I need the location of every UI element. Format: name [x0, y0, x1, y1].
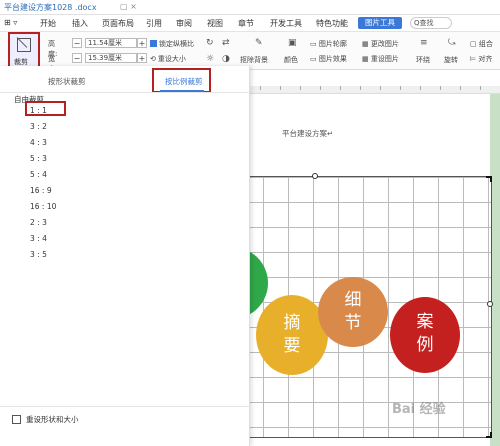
color-icon[interactable]: ▣	[288, 38, 298, 48]
menu-review[interactable]: 审阅	[176, 18, 192, 29]
ratio-item-3-2[interactable]: 3 : 2	[30, 120, 47, 134]
reset-pic-button[interactable]: ▦ 重设图片	[362, 54, 399, 64]
ratio-item-5-4[interactable]: 5 : 4	[30, 168, 47, 182]
rotate-icon[interactable]: ↻	[206, 38, 216, 48]
remove-bg-icon[interactable]: ✎	[255, 38, 265, 48]
crop-handle-top[interactable]	[312, 173, 318, 179]
summary-char-2: 要	[283, 336, 301, 356]
ratio-item-16-9[interactable]: 16 : 9	[30, 184, 52, 198]
ratio-item-16-10[interactable]: 16 : 10	[30, 200, 56, 214]
search-input[interactable]: Q查找	[410, 17, 452, 29]
ratio-item-3-5[interactable]: 3 : 5	[30, 248, 47, 262]
reset-shape-icon	[12, 415, 21, 424]
width-field[interactable]: 15.39厘米	[85, 53, 137, 63]
ratio-item-2-3[interactable]: 2 : 3	[30, 216, 47, 230]
detail-char-2: 节	[344, 313, 362, 333]
menu-chapter[interactable]: 章节	[238, 18, 254, 29]
menu-bar: ⊞ ▿ 开始 插入 页面布局 引用 审阅 视图 章节 开发工具 特色功能 图片工…	[0, 15, 500, 32]
horizontal-ruler	[250, 86, 500, 94]
menu-features[interactable]: 特色功能	[316, 18, 348, 29]
height-increase-button[interactable]: +	[137, 38, 147, 48]
color-button[interactable]: 颜色	[284, 55, 298, 65]
menu-dev-tools[interactable]: 开发工具	[270, 18, 302, 29]
reset-shape-size-label: 重设形状和大小	[26, 415, 79, 424]
flip-icon[interactable]: ⇄	[222, 38, 232, 48]
document-heading: 平台建设方案↵	[282, 129, 334, 138]
window-controls-icon[interactable]: ▢ ×	[120, 2, 137, 11]
lock-ratio-checkbox[interactable]: 锁定纵横比	[150, 39, 194, 49]
ratio-item-4-3[interactable]: 4 : 3	[30, 136, 47, 150]
ratio-item-3-4[interactable]: 3 : 4	[30, 232, 47, 246]
brightness-icon[interactable]: ☼	[206, 54, 216, 64]
title-bar: 平台建设方案1028 .docx ▢ ×	[0, 0, 500, 15]
menu-view[interactable]: 视图	[207, 18, 223, 29]
group-button[interactable]: ▢ 组合	[470, 39, 493, 49]
crop-handle-right[interactable]	[487, 301, 493, 307]
crop-panel: 按形状裁剪 按比例裁剪 自由裁剪 1 : 1 3 : 2 4 : 3 5 : 3…	[0, 66, 250, 446]
tab-picture-tools[interactable]: 图片工具	[358, 17, 402, 29]
ratio-item-5-3[interactable]: 5 : 3	[30, 152, 47, 166]
case-char-2: 例	[416, 335, 434, 355]
tab-crop-by-shape[interactable]: 按形状裁剪	[48, 76, 86, 87]
menu-insert[interactable]: 插入	[72, 18, 88, 29]
panel-divider	[0, 92, 250, 93]
width-increase-button[interactable]: +	[137, 53, 147, 63]
menu-icons[interactable]: ⊞ ▿	[4, 18, 17, 27]
tab-crop-by-ratio[interactable]: 按比例裁剪	[165, 76, 203, 87]
detail-char-1: 细	[344, 290, 362, 310]
pic-outline-button[interactable]: ▭ 图片轮廓	[310, 39, 347, 49]
ratio-item-1-1[interactable]: 1 : 1	[30, 104, 47, 118]
remove-bg-button[interactable]: 抠除背景	[240, 55, 268, 65]
menu-start[interactable]: 开始	[40, 18, 56, 29]
reset-size-button[interactable]: ⟲ 重设大小	[150, 54, 186, 64]
height-decrease-button[interactable]: −	[72, 38, 82, 48]
document-tab-title[interactable]: 平台建设方案1028 .docx	[4, 2, 97, 13]
height-field[interactable]: 11.54厘米	[85, 38, 137, 48]
reset-icon: ⟲	[150, 55, 156, 63]
crop-corner-bottom-right[interactable]	[486, 432, 492, 438]
watermark: Bai 经验	[392, 402, 446, 417]
wrap-icon[interactable]: ≡	[420, 38, 430, 48]
crop-icon	[17, 38, 31, 52]
crop-button[interactable]: 裁剪	[8, 32, 40, 68]
align-button[interactable]: ⊨ 对齐	[470, 54, 492, 64]
crop-corner-top-right[interactable]	[486, 176, 492, 182]
rotate-menu-icon[interactable]: ⤿	[448, 38, 458, 48]
change-pic-button[interactable]: ▦ 更改图片	[362, 39, 399, 49]
menu-page-layout[interactable]: 页面布局	[102, 18, 134, 29]
width-decrease-button[interactable]: −	[72, 53, 82, 63]
rotate-button[interactable]: 旋转	[444, 55, 458, 65]
pic-effect-button[interactable]: ▭ 图片效果	[310, 54, 347, 64]
menu-reference[interactable]: 引用	[146, 18, 162, 29]
panel-bottom-divider	[0, 406, 250, 407]
contrast-icon[interactable]: ◑	[222, 54, 232, 64]
case-char-1: 案	[416, 312, 434, 332]
picture-toolbar: 裁剪 高度: − 11.54厘米 + 宽度: − 15.39厘米 + 锁定纵横比…	[0, 32, 500, 73]
wrap-button[interactable]: 环绕	[416, 55, 430, 65]
checkbox-checked-icon	[150, 40, 157, 47]
detail-bubble: 细节	[318, 277, 388, 347]
case-bubble: 案例	[390, 297, 460, 373]
